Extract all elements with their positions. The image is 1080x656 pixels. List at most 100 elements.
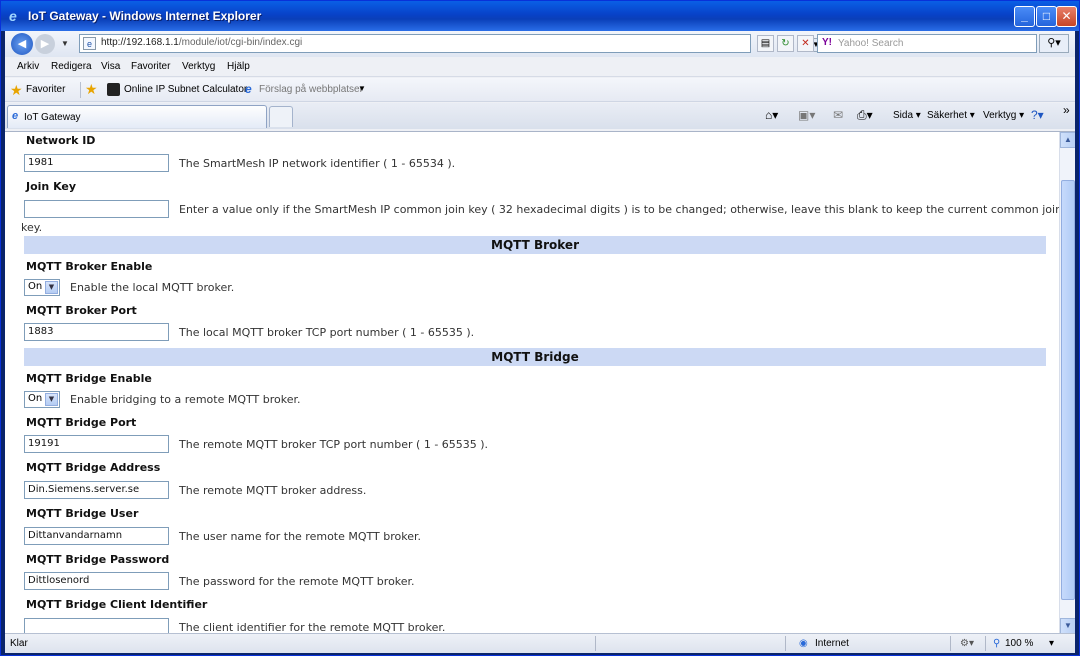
browser-chrome: ◀ ▶ ▼ e http://192.168.1.1/module/iot/cg… (5, 31, 1075, 131)
close-button[interactable]: ✕ (1056, 6, 1077, 27)
compat-view-icon[interactable]: ▤ (757, 35, 774, 52)
tools-menu[interactable]: Verktyg ▾ (983, 110, 1024, 121)
new-tab-button[interactable] (269, 106, 293, 127)
menu-visa[interactable]: Visa (101, 61, 120, 72)
broker-enable-select[interactable]: On ▼ (24, 279, 60, 296)
vertical-scrollbar[interactable]: ▲ ▼ (1059, 132, 1075, 633)
bridge-user-input[interactable]: Dittanvandarnamn (24, 527, 169, 545)
bridge-password-label: MQTT Bridge Password (26, 553, 170, 566)
join-key-desc-cont: key. (21, 221, 43, 234)
subnet-calculator-icon (107, 83, 120, 96)
menu-bar: Arkiv Redigera Visa Favoriter Verktyg Hj… (5, 57, 1075, 77)
chevron-down-icon: ▼ (45, 281, 58, 294)
status-divider (950, 636, 951, 651)
menu-verktyg[interactable]: Verktyg (182, 61, 215, 72)
menu-redigera[interactable]: Redigera (51, 61, 92, 72)
tab-iot-gateway[interactable]: e IoT Gateway (7, 105, 267, 128)
window-title: IoT Gateway - Windows Internet Explorer (28, 9, 262, 23)
suggested-sites-icon: e (245, 82, 252, 96)
more-chevron-icon[interactable]: » (1063, 103, 1070, 117)
bridge-address-desc: The remote MQTT broker address. (179, 484, 367, 497)
ie-logo-icon: e (9, 8, 17, 24)
broker-port-label: MQTT Broker Port (26, 304, 137, 317)
browser-window: e IoT Gateway - Windows Internet Explore… (0, 0, 1080, 656)
refresh-icon[interactable]: ↻ (777, 35, 794, 52)
add-favorite-icon[interactable]: ★ (85, 81, 98, 98)
bridge-port-desc: The remote MQTT broker TCP port number (… (179, 438, 489, 451)
bridge-address-input[interactable]: Din.Siemens.server.se (24, 481, 169, 499)
scroll-up-icon[interactable]: ▲ (1060, 132, 1075, 148)
bridge-enable-desc: Enable bridging to a remote MQTT broker. (70, 393, 301, 406)
mqtt-bridge-section: MQTT Bridge (24, 348, 1046, 366)
join-key-desc: Enter a value only if the SmartMesh IP c… (179, 203, 1063, 216)
favorites-bar: ★ Favoriter ★ Online IP Subnet Calculato… (5, 78, 1075, 102)
bridge-password-input[interactable]: Dittlosenord (24, 572, 169, 590)
bridge-client-id-label: MQTT Bridge Client Identifier (26, 598, 208, 611)
print-icon[interactable]: ⎙▾ (857, 108, 873, 123)
bridge-client-id-input[interactable] (24, 618, 169, 633)
mail-icon[interactable]: ✉ (833, 108, 843, 122)
globe-icon: ◉ (799, 638, 808, 649)
bridge-user-desc: The user name for the remote MQTT broker… (179, 530, 422, 543)
page-content: Network ID 1981 The SmartMesh IP network… (5, 131, 1075, 633)
safety-menu[interactable]: Säkerhet ▾ (927, 110, 975, 121)
yahoo-icon: Y! (822, 37, 832, 48)
favorite-link-suggested-sites[interactable]: Förslag på webbplatser (259, 84, 363, 95)
menu-favoriter[interactable]: Favoriter (131, 61, 170, 72)
address-bar[interactable]: e http://192.168.1.1/module/iot/cgi-bin/… (79, 34, 823, 53)
broker-port-input[interactable]: 1883 (24, 323, 169, 341)
zoom-level[interactable]: 100 % (1005, 638, 1033, 649)
tab-ie-icon: e (12, 110, 19, 122)
bridge-port-input[interactable]: 19191 (24, 435, 169, 453)
suggested-sites-dropdown-icon[interactable]: ▼ (358, 84, 366, 93)
home-icon[interactable]: ⌂▾ (765, 108, 778, 122)
back-button[interactable]: ◀ (11, 33, 33, 55)
address-url[interactable]: http://192.168.1.1/module/iot/cgi-bin/in… (101, 37, 302, 48)
protected-mode-icon[interactable]: ⚙▾ (960, 638, 974, 649)
help-icon[interactable]: ?▾ (1031, 108, 1044, 122)
favorites-star-icon[interactable]: ★ (10, 82, 23, 99)
forward-button[interactable]: ▶ (35, 34, 55, 54)
favorites-separator (80, 82, 81, 98)
page-menu[interactable]: Sida ▾ (893, 110, 921, 121)
mqtt-broker-section: MQTT Broker (24, 236, 1046, 254)
menu-arkiv[interactable]: Arkiv (17, 61, 39, 72)
bridge-password-desc: The password for the remote MQTT broker. (179, 575, 415, 588)
zoom-dropdown-icon[interactable]: ▾ (1049, 638, 1054, 649)
page-icon: e (83, 37, 96, 50)
broker-port-desc: The local MQTT broker TCP port number ( … (179, 326, 475, 339)
join-key-label: Join Key (26, 180, 77, 193)
network-id-input[interactable]: 1981 (24, 154, 169, 172)
network-id-desc: The SmartMesh IP network identifier ( 1 … (179, 157, 456, 170)
scroll-down-icon[interactable]: ▼ (1060, 618, 1075, 633)
join-key-input[interactable] (24, 200, 169, 218)
history-dropdown-icon[interactable]: ▼ (61, 39, 69, 48)
stop-icon[interactable]: ✕ (797, 35, 814, 52)
bridge-enable-select[interactable]: On ▼ (24, 391, 60, 408)
search-button[interactable]: ⚲▾ (1039, 34, 1069, 53)
status-divider (595, 636, 596, 651)
search-input[interactable]: Y! Yahoo! Search (817, 34, 1037, 53)
zoom-icon[interactable]: ⚲ (993, 638, 1000, 649)
bridge-enable-label: MQTT Bridge Enable (26, 372, 152, 385)
menu-hjalp[interactable]: Hjälp (227, 61, 250, 72)
maximize-button[interactable]: □ (1036, 6, 1057, 27)
title-bar: e IoT Gateway - Windows Internet Explore… (1, 1, 1079, 31)
bridge-port-label: MQTT Bridge Port (26, 416, 137, 429)
status-divider (785, 636, 786, 651)
security-zone[interactable]: Internet (815, 638, 849, 649)
address-row: ◀ ▶ ▼ e http://192.168.1.1/module/iot/cg… (5, 31, 1075, 57)
network-id-label: Network ID (26, 134, 96, 147)
feeds-icon[interactable]: ▣▾ (798, 108, 815, 122)
broker-enable-desc: Enable the local MQTT broker. (70, 281, 235, 294)
status-text: Klar (10, 638, 28, 649)
favorites-button[interactable]: Favoriter (26, 84, 65, 95)
minimize-button[interactable]: _ (1014, 6, 1035, 27)
broker-enable-label: MQTT Broker Enable (26, 260, 153, 273)
scroll-thumb[interactable] (1061, 180, 1075, 600)
favorite-link-subnet-calculator[interactable]: Online IP Subnet Calculator (124, 84, 247, 95)
chevron-down-icon: ▼ (45, 393, 58, 406)
status-bar: Klar ◉ Internet ⚙▾ ⚲ 100 % ▾ (5, 633, 1075, 653)
status-divider (985, 636, 986, 651)
tab-row: e IoT Gateway ⌂▾ ▣▾ ✉ ⎙▾ Sida ▾ Säkerhet… (5, 103, 1075, 129)
